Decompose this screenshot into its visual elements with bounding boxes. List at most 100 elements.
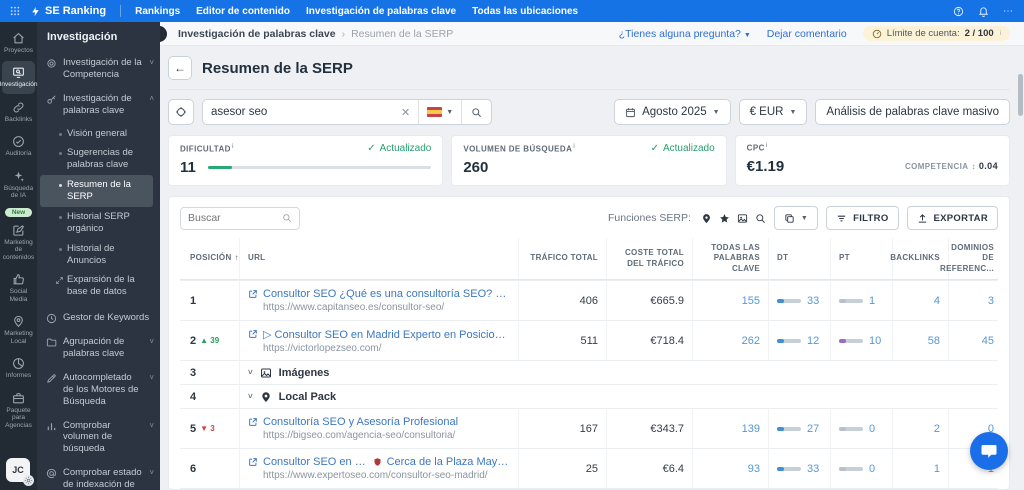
- location-target-button[interactable]: [168, 99, 194, 125]
- rail-item-auditoria[interactable]: Auditoría: [2, 130, 35, 162]
- currency-selector-button[interactable]: € EUR ▼: [738, 99, 808, 125]
- menu-item-palabras-clave[interactable]: Investigación de palabras clave ˄: [37, 87, 160, 123]
- header-pt[interactable]: PT: [830, 238, 892, 280]
- images-icon[interactable]: [737, 213, 748, 224]
- help-icon[interactable]: [953, 6, 964, 17]
- result-link-cont[interactable]: Cerca de la Plaza Mayor de ...: [387, 456, 510, 468]
- nav-item-all-locations[interactable]: Todas las ubicaciones: [472, 6, 578, 17]
- menu-item-gestor-keywords[interactable]: Gestor de Keywords: [37, 306, 160, 330]
- local-pack-pin-icon[interactable]: [701, 213, 712, 224]
- menu-item-autocompletado[interactable]: Autocompletado de los Motores de Búsqued…: [37, 366, 160, 414]
- rail-item-marketing-contenidos[interactable]: Marketing de contenidos: [2, 219, 35, 266]
- submenu-resumen-serp[interactable]: Resumen de la SERP: [40, 175, 153, 207]
- rail-item-busqueda-ia[interactable]: Búsqueda de IA: [2, 165, 35, 205]
- clear-input-icon[interactable]: ✕: [393, 106, 418, 119]
- result-link[interactable]: Consultoría SEO y Asesoría Profesional: [263, 416, 458, 428]
- menu-item-agrupacion[interactable]: Agrupación de palabras clave ˅: [37, 330, 160, 366]
- vertical-scrollbar[interactable]: [1018, 74, 1023, 116]
- external-link-icon[interactable]: [248, 457, 258, 467]
- rail-item-backlinks[interactable]: Backlinks: [2, 96, 35, 128]
- search-feature-icon[interactable]: [755, 213, 766, 224]
- feature-local-pack[interactable]: ˅ Local Pack: [248, 391, 336, 403]
- breadcrumb-keyword-research[interactable]: Investigación de palabras clave: [178, 28, 336, 40]
- external-link-icon[interactable]: [248, 329, 258, 339]
- submenu-palabras-clave: Visión general Sugerencias de palabras c…: [37, 123, 160, 307]
- chevron-down-icon[interactable]: ˅: [248, 368, 253, 377]
- external-link-icon[interactable]: [248, 417, 258, 427]
- nav-item-rankings[interactable]: Rankings: [135, 6, 180, 17]
- rail-item-paquete-agencias[interactable]: Paquete para Agencias: [2, 387, 35, 434]
- result-link[interactable]: Consultor SEO en Madrid: [263, 456, 368, 468]
- keywords-link[interactable]: 262: [692, 321, 768, 361]
- date-selector-button[interactable]: Agosto 2025 ▼: [614, 99, 731, 125]
- nav-item-keyword-research[interactable]: Investigación de palabras clave: [306, 6, 456, 17]
- menu-item-competencia[interactable]: Investigación de la Competencia ˅: [37, 51, 160, 87]
- rail-item-informes[interactable]: Informes: [2, 352, 35, 384]
- more-menu-icon[interactable]: ⋯: [1003, 6, 1014, 17]
- header-ref-domains[interactable]: DOMINIOS DE REFERENC...: [940, 238, 998, 280]
- rail-item-social-media[interactable]: Social Media: [2, 268, 35, 308]
- result-link[interactable]: ▷ Consultor SEO en Madrid Experto en Pos…: [263, 328, 510, 341]
- backlinks-link[interactable]: 2: [892, 409, 948, 449]
- header-position[interactable]: POSICIÓN ↑: [180, 238, 240, 280]
- notifications-bell-icon[interactable]: [978, 6, 989, 17]
- menu-item-volumen[interactable]: Comprobar volumen de búsqueda ˅: [37, 414, 160, 462]
- rail-item-marketing-local[interactable]: Marketing Local: [2, 310, 35, 350]
- settings-gear-icon[interactable]: [23, 475, 34, 486]
- submenu-vision-general[interactable]: Visión general: [40, 124, 153, 144]
- result-url: https://bigseo.com/agencia-seo/consultor…: [263, 430, 456, 442]
- clock-icon: [46, 313, 57, 324]
- chat-widget-button[interactable]: [970, 432, 1008, 470]
- table-row: 5 ▼ 3 Consultoría SEO y Asesoría Profesio…: [180, 408, 998, 449]
- rail-item-investigacion[interactable]: Investigación: [0, 61, 37, 94]
- chevron-down-icon[interactable]: ˅: [248, 392, 253, 401]
- question-dropdown[interactable]: ¿Tienes alguna pregunta? ▼: [619, 28, 751, 40]
- backlinks-link[interactable]: 4: [892, 281, 948, 321]
- header-cost[interactable]: COSTE TOTAL DEL TRÁFICO: [606, 238, 692, 280]
- account-limit-badge[interactable]: Límite de cuenta: 2 / 100 i: [862, 26, 1010, 41]
- ref-domains-link[interactable]: 3: [948, 281, 998, 321]
- key-icon: [46, 94, 57, 105]
- table-toolbar: Funciones SERP: ▼: [180, 206, 998, 230]
- submenu-sugerencias[interactable]: Sugerencias de palabras clave: [40, 143, 153, 175]
- search-submit-button[interactable]: [462, 107, 491, 118]
- export-button[interactable]: EXPORTAR: [906, 206, 998, 230]
- header-dt[interactable]: DT: [768, 238, 830, 280]
- backlinks-link[interactable]: 1: [892, 449, 948, 489]
- header-url[interactable]: URL: [240, 238, 518, 279]
- difficulty-status: ✓ Actualizado: [367, 143, 432, 154]
- bolt-icon: [30, 6, 41, 17]
- country-selector[interactable]: ▼: [419, 107, 461, 117]
- rail-item-proyectos[interactable]: Proyectos: [2, 27, 35, 59]
- user-avatar[interactable]: JC: [6, 458, 34, 486]
- pt-bar: [839, 466, 863, 471]
- menu-item-indexacion[interactable]: Comprobar estado de indexación de la pág…: [37, 461, 160, 490]
- external-link-icon[interactable]: [248, 289, 258, 299]
- feedback-link[interactable]: Dejar comentario: [767, 28, 847, 40]
- bulk-analysis-button[interactable]: Análisis de palabras clave masivo: [815, 99, 1010, 125]
- header-traffic[interactable]: TRÁFICO TOTAL: [518, 238, 606, 280]
- submenu-expansion-bd[interactable]: Expansión de la base de datos: [40, 270, 153, 302]
- difficulty-value: 11: [180, 159, 196, 176]
- backlinks-link[interactable]: 58: [892, 321, 948, 361]
- back-button[interactable]: ←: [168, 56, 192, 80]
- reviews-star-icon[interactable]: [719, 213, 730, 224]
- table-search-input[interactable]: [188, 212, 273, 224]
- submenu-historial-anuncios[interactable]: Historial de Anuncios: [40, 239, 153, 271]
- apps-grid-icon[interactable]: [10, 6, 20, 16]
- spain-flag-icon: [427, 107, 443, 117]
- nav-item-content-editor[interactable]: Editor de contenido: [196, 6, 290, 17]
- result-link[interactable]: Consultor SEO ¿Qué es una consultoría SE…: [263, 288, 510, 300]
- keyword-input[interactable]: [203, 106, 393, 118]
- research-icon: [12, 66, 25, 79]
- keywords-link[interactable]: 155: [692, 281, 768, 321]
- header-keywords[interactable]: TODAS LAS PALABRAS CLAVE: [692, 238, 768, 280]
- copy-dropdown-button[interactable]: ▼: [773, 206, 819, 230]
- ref-domains-link[interactable]: 45: [948, 321, 998, 361]
- feature-images[interactable]: ˅ Imágenes: [248, 367, 329, 379]
- brand-logo[interactable]: SE Ranking: [30, 5, 106, 17]
- keywords-link[interactable]: 93: [692, 449, 768, 489]
- filter-button[interactable]: FILTRO: [826, 206, 899, 230]
- submenu-historial-serp[interactable]: Historial SERP orgánico: [40, 207, 153, 239]
- keywords-link[interactable]: 139: [692, 409, 768, 449]
